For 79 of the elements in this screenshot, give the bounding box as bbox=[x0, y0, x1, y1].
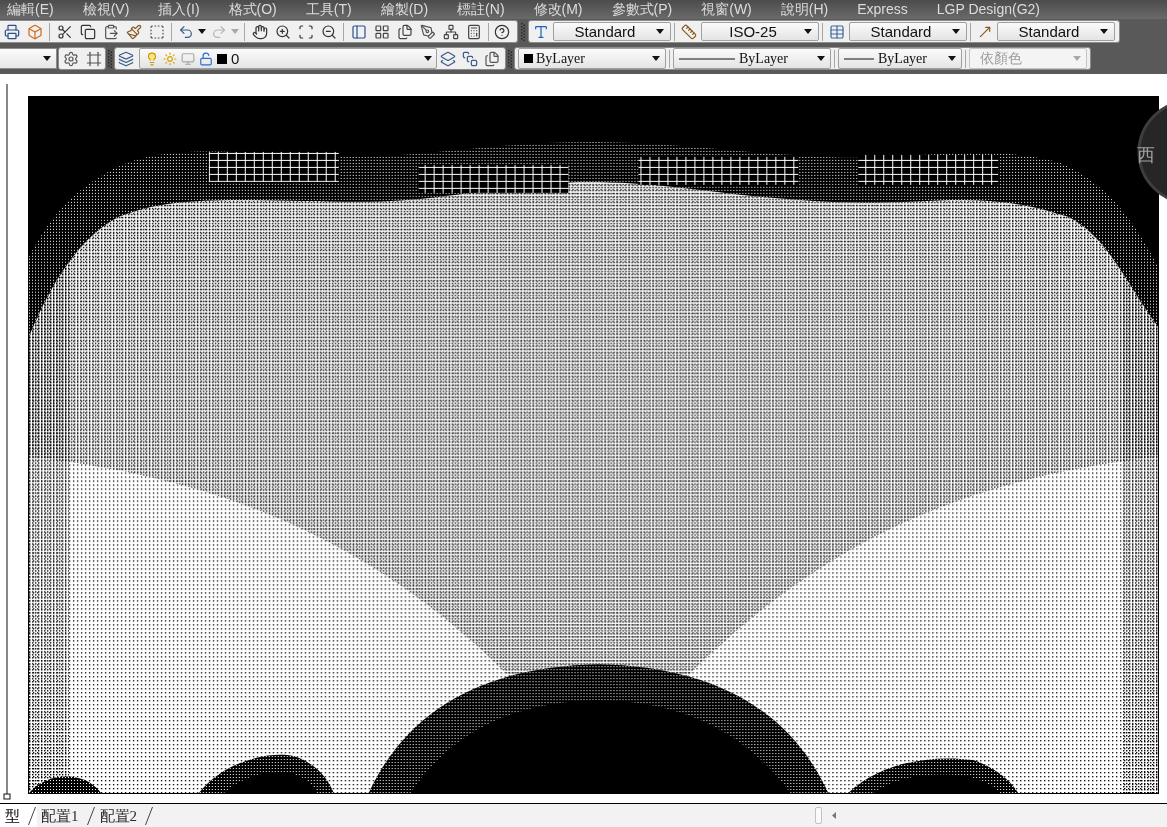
dropdown-field[interactable] bbox=[0, 48, 57, 69]
pages-icon[interactable] bbox=[396, 23, 413, 40]
dashed-square-icon[interactable] bbox=[148, 23, 165, 40]
caret-icon bbox=[948, 56, 956, 61]
color-swatch-icon bbox=[524, 54, 533, 63]
menu-item[interactable]: 工具(T) bbox=[305, 1, 352, 18]
tab-edge-icon bbox=[86, 806, 95, 825]
text-icon[interactable] bbox=[533, 23, 549, 40]
hand-icon[interactable] bbox=[251, 23, 268, 40]
panel-icon[interactable] bbox=[350, 23, 367, 40]
layers-icon[interactable] bbox=[440, 50, 456, 67]
menu-item[interactable]: 檢視(V) bbox=[82, 1, 130, 18]
help-icon[interactable] bbox=[494, 23, 510, 40]
splitter-handle[interactable] bbox=[815, 807, 822, 824]
table-icon[interactable] bbox=[829, 23, 845, 40]
linetype-dropdown[interactable]: ByLayer bbox=[673, 48, 831, 69]
layout-tab[interactable]: 配置1 bbox=[37, 804, 96, 827]
network-icon[interactable] bbox=[442, 23, 459, 40]
menu-item[interactable]: 插入(I) bbox=[158, 1, 200, 18]
layout-tab[interactable]: 配置2 bbox=[95, 804, 154, 827]
menu-item[interactable]: Express bbox=[857, 1, 908, 18]
ucs-icon bbox=[2, 84, 12, 803]
scan-frame-icon[interactable] bbox=[297, 23, 314, 40]
caret-icon bbox=[424, 56, 432, 61]
printer-icon[interactable] bbox=[3, 23, 20, 40]
table-style-dropdown[interactable]: Standard bbox=[849, 22, 967, 41]
layout-tab[interactable]: 型 bbox=[0, 804, 37, 827]
caret-icon bbox=[1100, 29, 1108, 34]
stack-icon[interactable] bbox=[462, 50, 478, 67]
line-sample-icon bbox=[679, 57, 735, 60]
menu-item[interactable]: 編輯(E) bbox=[7, 1, 54, 18]
grid-icon[interactable] bbox=[373, 23, 390, 40]
left-arrow-icon[interactable] bbox=[832, 812, 836, 819]
menu-item[interactable]: 說明(H) bbox=[780, 1, 829, 18]
layer-dropdown[interactable]: 0 bbox=[139, 48, 437, 69]
copy-icon[interactable] bbox=[79, 23, 96, 40]
line-sample-icon bbox=[844, 57, 874, 60]
pages-icon[interactable] bbox=[484, 50, 500, 67]
menu-item[interactable]: 參數式(P) bbox=[611, 1, 673, 18]
pen-icon[interactable] bbox=[419, 23, 436, 40]
text-style-dropdown[interactable]: Standard bbox=[553, 22, 671, 41]
caret-icon bbox=[652, 56, 660, 61]
caret-icon bbox=[1073, 56, 1081, 61]
lineweight-dropdown[interactable]: ByLayer bbox=[838, 48, 962, 69]
caret-icon bbox=[43, 56, 51, 61]
caret-icon bbox=[952, 29, 960, 34]
toolbar-grip[interactable] bbox=[508, 49, 512, 68]
frame-icon[interactable] bbox=[85, 50, 102, 67]
compass-label[interactable]: 西 bbox=[1137, 145, 1155, 165]
caret-icon[interactable] bbox=[198, 29, 206, 34]
ruler-icon[interactable] bbox=[681, 23, 697, 40]
zoom-out-icon[interactable] bbox=[320, 23, 337, 40]
tab-edge-icon bbox=[145, 806, 153, 825]
settings-icon[interactable] bbox=[62, 50, 79, 67]
tab-edge-icon bbox=[28, 806, 36, 825]
caret-icon bbox=[656, 29, 664, 34]
color-dropdown[interactable]: ByLayer bbox=[518, 48, 666, 69]
toolbar-grip[interactable] bbox=[108, 49, 112, 68]
scissors-icon[interactable] bbox=[56, 23, 73, 40]
menu-item[interactable]: 修改(M) bbox=[533, 1, 583, 18]
dimension-style-dropdown[interactable]: ISO-25 bbox=[701, 22, 819, 41]
calculator-icon[interactable] bbox=[465, 23, 482, 40]
caret-icon bbox=[804, 29, 812, 34]
layers-icon[interactable] bbox=[118, 50, 134, 67]
clipboard-icon[interactable] bbox=[102, 23, 119, 40]
paintbrush-icon[interactable] bbox=[125, 23, 142, 40]
box-icon[interactable] bbox=[26, 23, 43, 40]
menu-item[interactable]: 視窗(W) bbox=[701, 1, 752, 18]
menu-item[interactable]: LGP Design(G2) bbox=[936, 1, 1040, 18]
menu-item[interactable]: 繪製(D) bbox=[380, 1, 429, 18]
padlock-icon[interactable] bbox=[199, 51, 213, 66]
color-swatch-icon bbox=[217, 53, 227, 64]
zoom-in-icon[interactable] bbox=[274, 23, 291, 40]
multileader-style-dropdown[interactable]: Standard bbox=[997, 22, 1115, 41]
caret-icon bbox=[817, 56, 825, 61]
undo-icon[interactable] bbox=[177, 23, 194, 40]
menu-item[interactable]: 格式(O) bbox=[228, 1, 277, 18]
menu-item[interactable]: 標註(N) bbox=[457, 1, 505, 18]
toolbar-grip[interactable] bbox=[521, 22, 525, 41]
